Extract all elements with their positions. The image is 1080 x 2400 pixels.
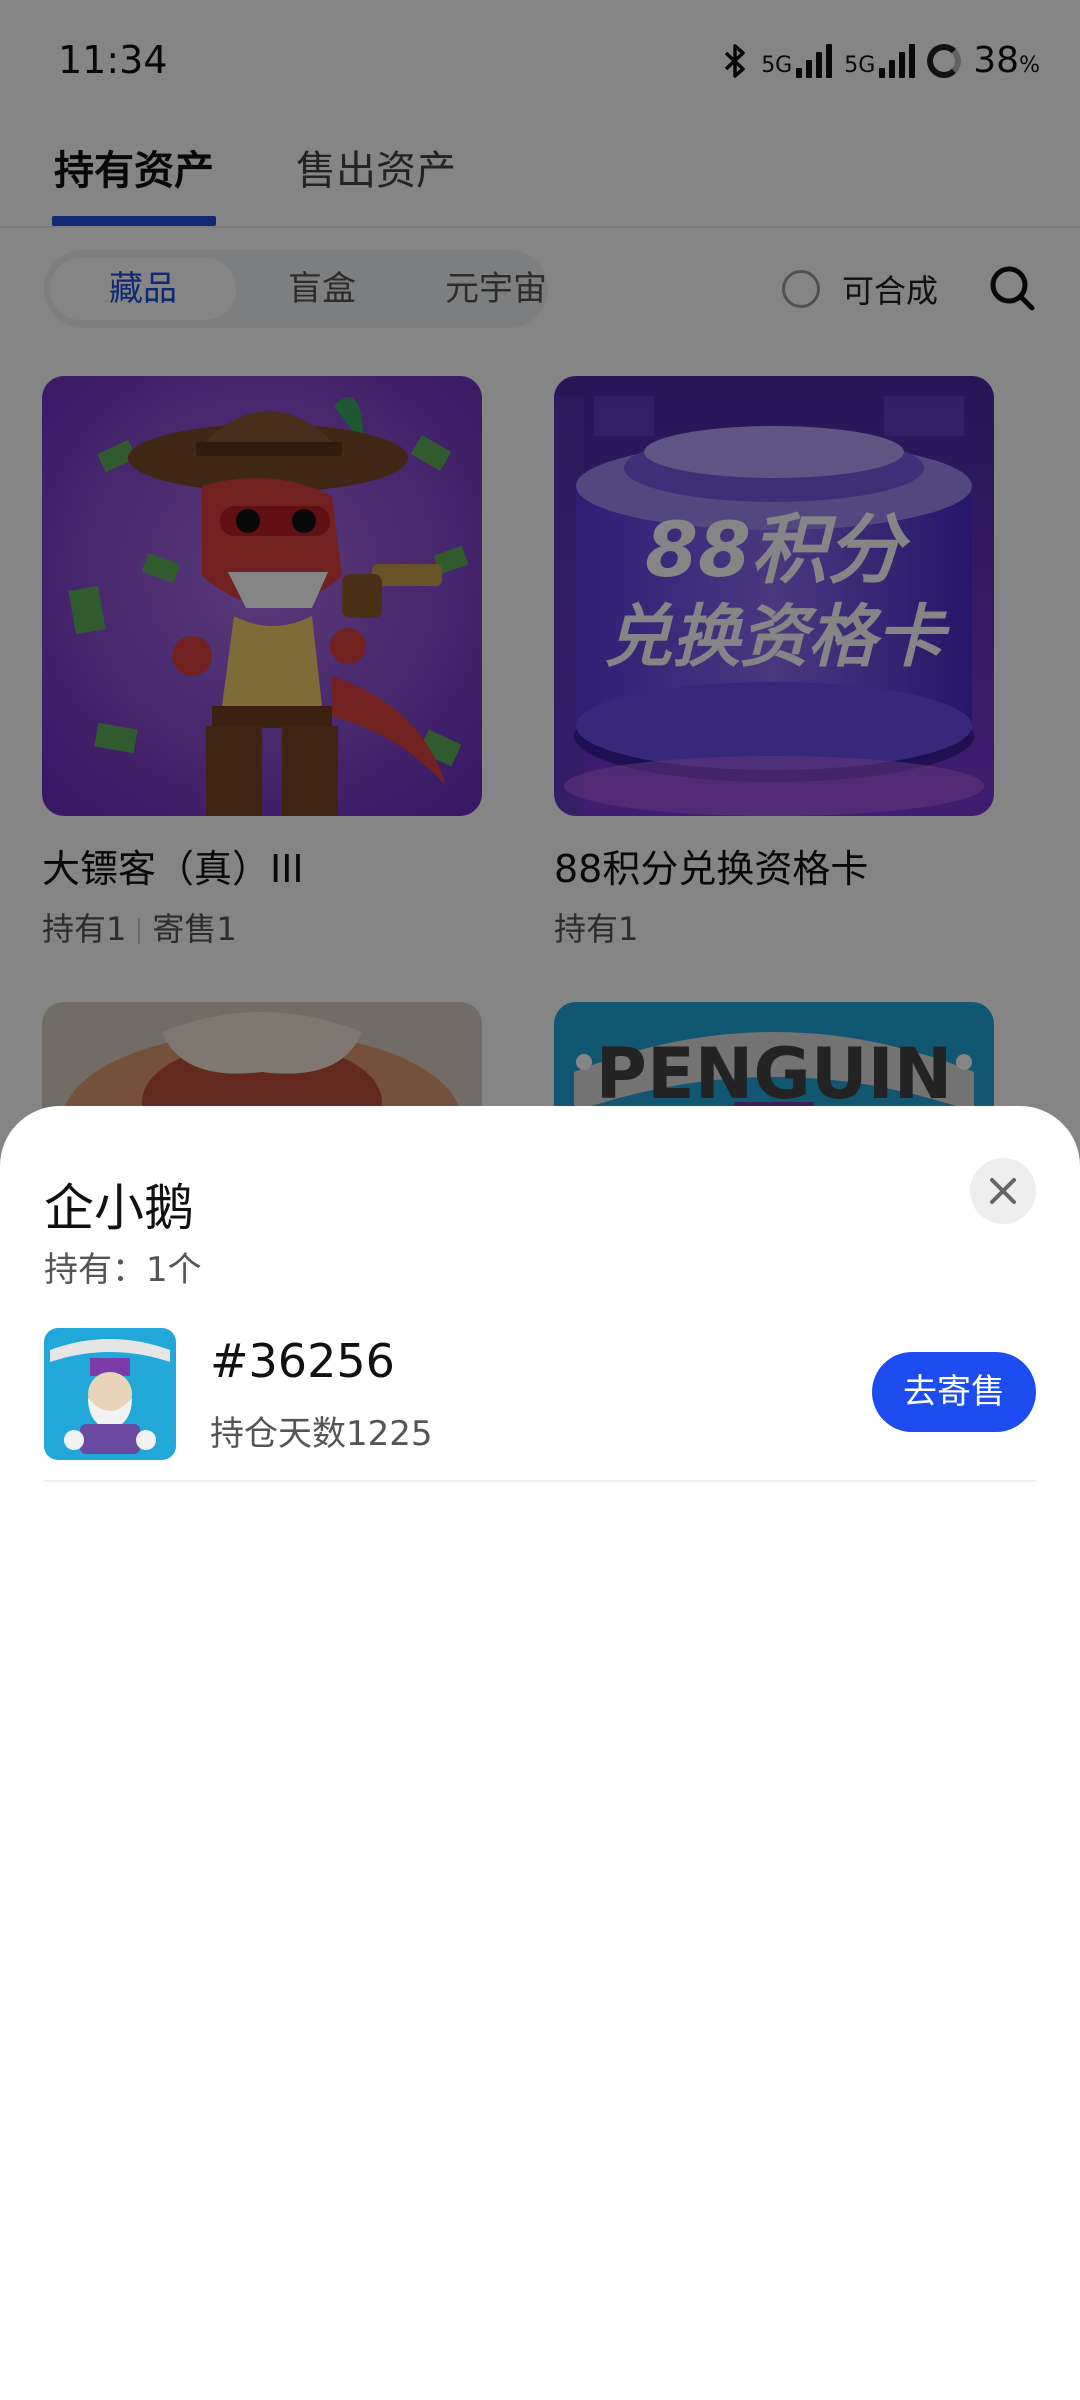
bottom-sheet: 企小鹅 持有：1个 #36256 持仓天数1225 去寄售: [0, 1106, 1080, 2400]
item-holding-days: 持仓天数1225: [210, 1414, 433, 1454]
consign-button[interactable]: 去寄售: [872, 1352, 1036, 1432]
sheet-held-count: 持有：1个: [44, 1250, 202, 1290]
sheet-title: 企小鹅: [44, 1179, 194, 1237]
page: 11:34 5G 5G 38% 持有资产 售出资产 藏品 盲盒 元宇宙 可合成: [0, 0, 1080, 2400]
item-thumbnail: [44, 1328, 176, 1460]
close-icon: [990, 1178, 1016, 1204]
item-divider: [44, 1480, 1036, 1482]
penguin-thumbnail-artwork: [44, 1328, 176, 1460]
close-button[interactable]: [970, 1158, 1036, 1224]
item-id: #36256: [210, 1334, 395, 1388]
